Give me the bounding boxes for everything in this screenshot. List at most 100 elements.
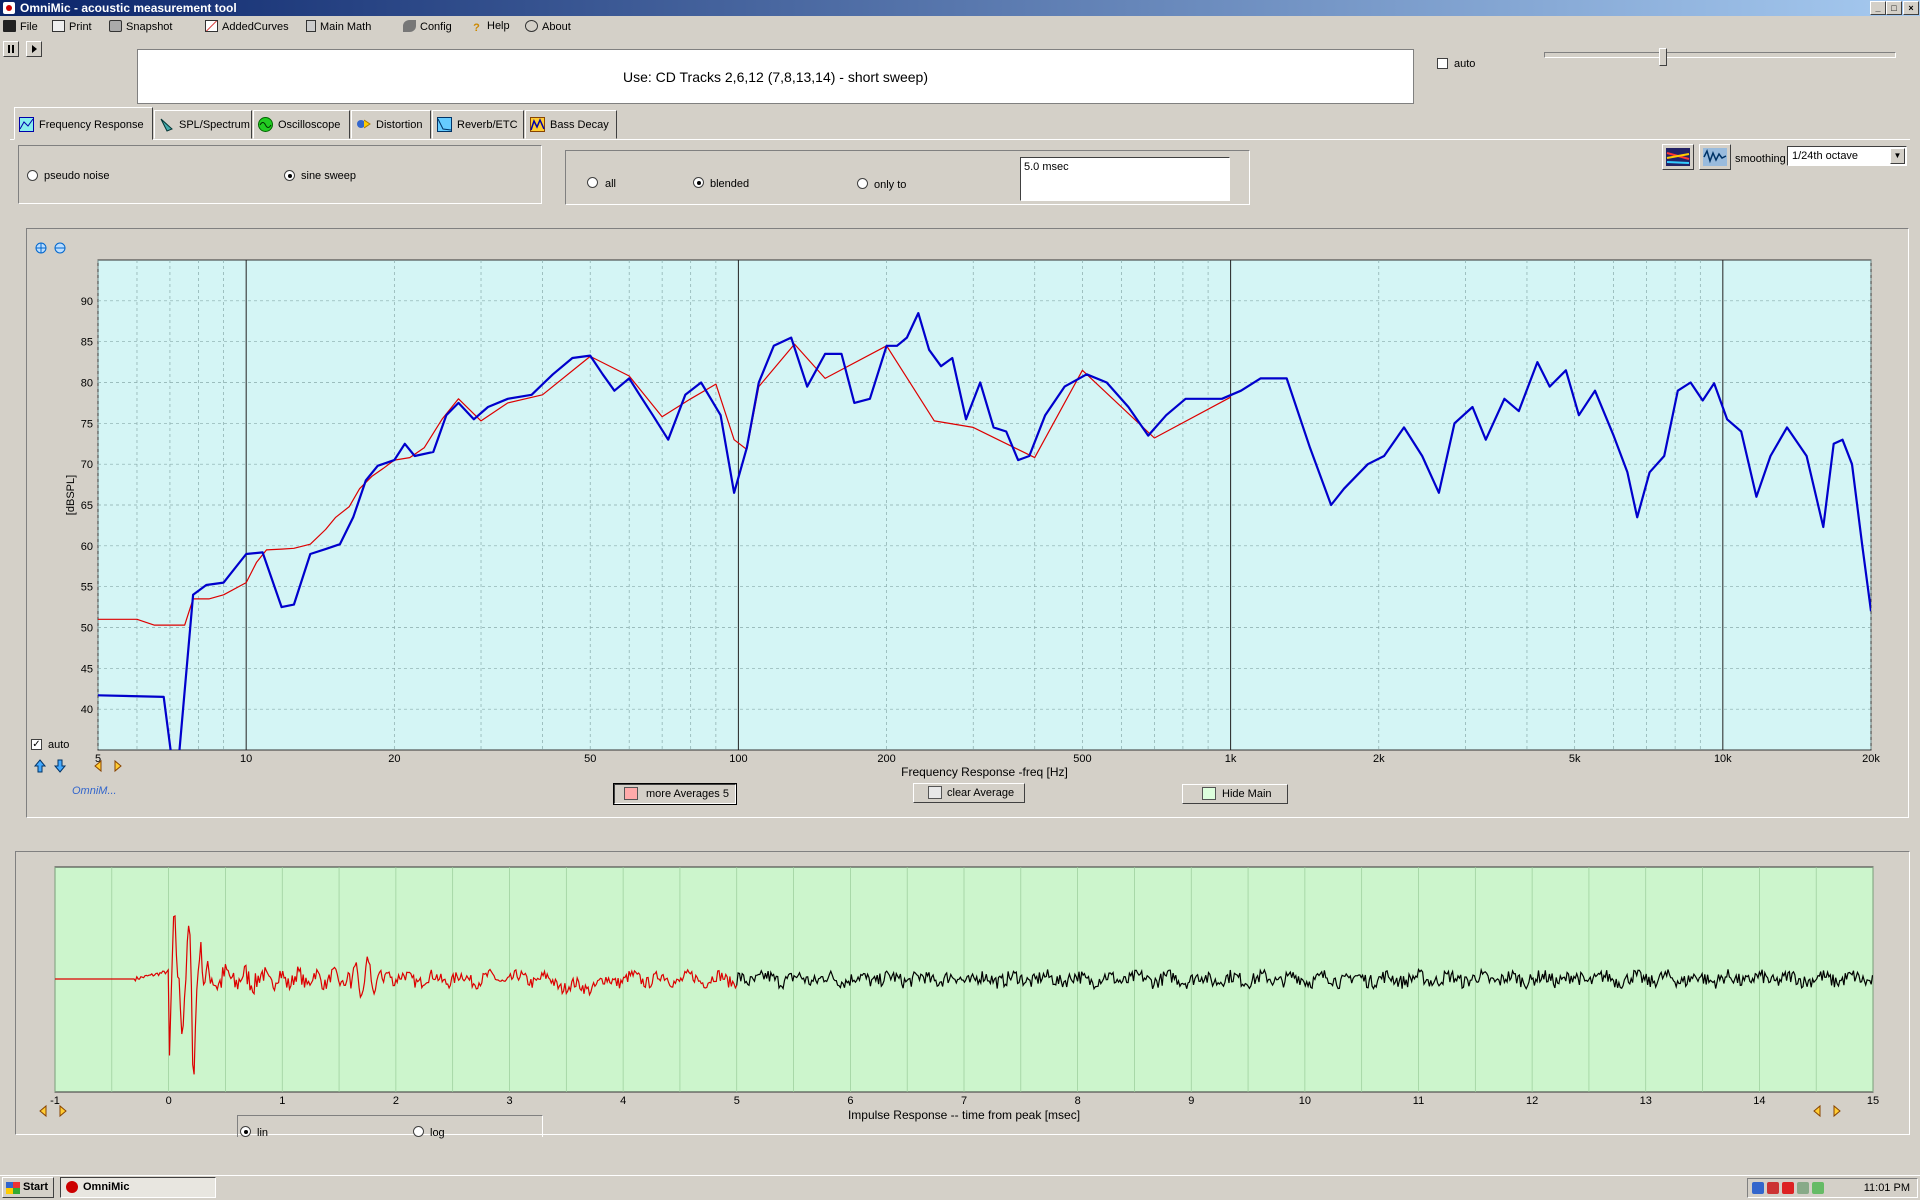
impulse-lin-label: lin	[257, 1127, 269, 1139]
minimize-button[interactable]: _	[1870, 1, 1886, 15]
impulse-log-radio[interactable]	[413, 1126, 424, 1137]
impulse-lin-radio[interactable]	[240, 1126, 251, 1137]
window-title: OmniMic - acoustic measurement tool	[20, 1, 237, 15]
printer-icon	[52, 20, 65, 32]
menu-snapshot[interactable]: Snapshot	[109, 20, 172, 33]
impulse-response-panel	[15, 851, 1910, 1135]
menu-help[interactable]: ? Help	[470, 20, 510, 34]
hide-main-button[interactable]: Hide Main	[1182, 784, 1288, 804]
tab-reverb-etc[interactable]: Reverb/ETC	[432, 110, 524, 139]
menu-main-math[interactable]: Main Math	[306, 20, 371, 33]
smoothing-label: smoothing	[1735, 153, 1786, 165]
app-icon	[3, 2, 15, 14]
oscilloscope-icon	[258, 117, 273, 132]
menu-addedcurves[interactable]: AddedCurves	[205, 20, 289, 33]
taskbar-omnimic[interactable]: OmniMic	[60, 1177, 216, 1198]
pseudo-noise-label: pseudo noise	[44, 170, 110, 182]
help-icon: ?	[473, 22, 480, 34]
usb-icon[interactable]	[1797, 1182, 1809, 1194]
close-button[interactable]: ×	[1903, 1, 1919, 15]
tab-distortion[interactable]: Distortion	[351, 110, 431, 139]
instruction-text: Use: CD Tracks 2,6,12 (7,8,13,14) - shor…	[622, 69, 928, 85]
bass-decay-icon	[530, 117, 545, 132]
omnimic-app-icon	[66, 1181, 78, 1193]
top-auto-label: auto	[1454, 58, 1476, 70]
impulse-pan-right-controls[interactable]	[1812, 1104, 1844, 1118]
omnimic-logo: OmniM...	[72, 785, 117, 797]
gate-all-radio[interactable]	[587, 177, 598, 188]
pseudo-noise-radio[interactable]	[27, 170, 38, 181]
scale-down-icon[interactable]	[53, 759, 67, 773]
frequency-response-icon	[19, 117, 34, 132]
gate-blended-label: blended	[710, 178, 750, 190]
averages-icon	[624, 787, 638, 800]
chevron-down-icon[interactable]: ▼	[1890, 148, 1905, 164]
tab-spl-spectrum[interactable]: SPL/Spectrum	[154, 110, 252, 139]
pause-button[interactable]	[3, 41, 19, 57]
menu-bar: File Print Snapshot AddedCurves Main Mat…	[0, 16, 1920, 38]
wireless-icon[interactable]	[1812, 1182, 1824, 1194]
network-icon[interactable]	[1752, 1182, 1764, 1194]
antivirus-icon[interactable]	[1782, 1182, 1794, 1194]
axis-scroll-controls[interactable]	[33, 759, 133, 773]
windows-logo-icon	[6, 1182, 20, 1194]
level-slider-track[interactable]	[1544, 52, 1896, 58]
impulse-log-label: log	[430, 1127, 445, 1139]
curves-icon	[205, 20, 218, 32]
smoothing-select[interactable]: 1/24th octave ▼	[1787, 146, 1907, 166]
maximize-button[interactable]: □	[1886, 1, 1902, 15]
start-button[interactable]: Start	[2, 1177, 54, 1198]
more-averages-button[interactable]: more Averages 5	[613, 783, 737, 805]
pause-icon	[8, 45, 14, 53]
impulse-scale-group	[237, 1115, 543, 1137]
gate-window-input[interactable]: 5.0 msec	[1020, 157, 1230, 201]
gate-blended-radio[interactable]	[693, 177, 704, 188]
taskbar	[0, 1175, 1920, 1200]
play-button[interactable]	[26, 41, 42, 57]
instruction-panel: Use: CD Tracks 2,6,12 (7,8,13,14) - shor…	[137, 49, 1414, 104]
menu-about[interactable]: About	[525, 20, 571, 33]
menu-config[interactable]: Config	[403, 20, 452, 33]
scale-up-icon[interactable]	[33, 759, 47, 773]
play-icon	[32, 45, 37, 53]
clock: 11:01 PM	[1863, 1182, 1910, 1194]
hide-main-icon	[1202, 787, 1216, 800]
zoom-out-icon[interactable]	[54, 242, 66, 254]
sine-sweep-radio[interactable]	[284, 170, 295, 181]
top-auto-checkbox[interactable]	[1437, 58, 1448, 69]
title-bar: OmniMic - acoustic measurement tool _ □ …	[0, 0, 1920, 16]
wrench-icon	[403, 20, 416, 32]
system-tray: 11:01 PM	[1747, 1178, 1918, 1198]
clear-average-button[interactable]: clear Average	[913, 783, 1025, 803]
distortion-icon	[357, 119, 371, 129]
color-palette-button[interactable]	[1662, 144, 1694, 170]
clear-icon	[928, 786, 942, 799]
calculator-icon	[306, 20, 316, 32]
security-icon[interactable]	[1767, 1182, 1779, 1194]
camera-icon	[109, 20, 122, 32]
zoom-arrows[interactable]	[33, 240, 73, 256]
tab-bass-decay[interactable]: Bass Decay	[525, 110, 617, 139]
freq-auto-checkbox[interactable]: ✓	[31, 739, 42, 750]
frequency-response-panel	[26, 228, 1909, 818]
zoom-in-icon[interactable]	[35, 242, 47, 254]
menu-file[interactable]: File	[3, 20, 38, 33]
rainbow-curves-icon	[1666, 148, 1690, 166]
tab-oscilloscope[interactable]: Oscilloscope	[253, 110, 350, 139]
level-slider-thumb[interactable]	[1659, 48, 1667, 66]
tab-page-border	[10, 139, 1910, 140]
tab-frequency-response[interactable]: Frequency Response	[14, 107, 153, 140]
menu-print[interactable]: Print	[52, 20, 92, 33]
freq-auto-label: auto	[48, 739, 70, 751]
waveform-view-button[interactable]	[1699, 144, 1731, 170]
gate-all-label: all	[605, 178, 617, 190]
pan-left-icon[interactable]	[94, 759, 102, 773]
speech-bubble-icon	[525, 20, 538, 32]
sine-sweep-label: sine sweep	[301, 170, 357, 182]
pan-right-icon[interactable]	[114, 759, 122, 773]
reverb-icon	[437, 117, 452, 132]
impulse-pan-left-controls[interactable]	[38, 1104, 70, 1118]
spl-meter-icon	[160, 118, 173, 132]
gate-only-to-radio[interactable]	[857, 178, 868, 189]
gate-only-to-label: only to	[874, 179, 907, 191]
